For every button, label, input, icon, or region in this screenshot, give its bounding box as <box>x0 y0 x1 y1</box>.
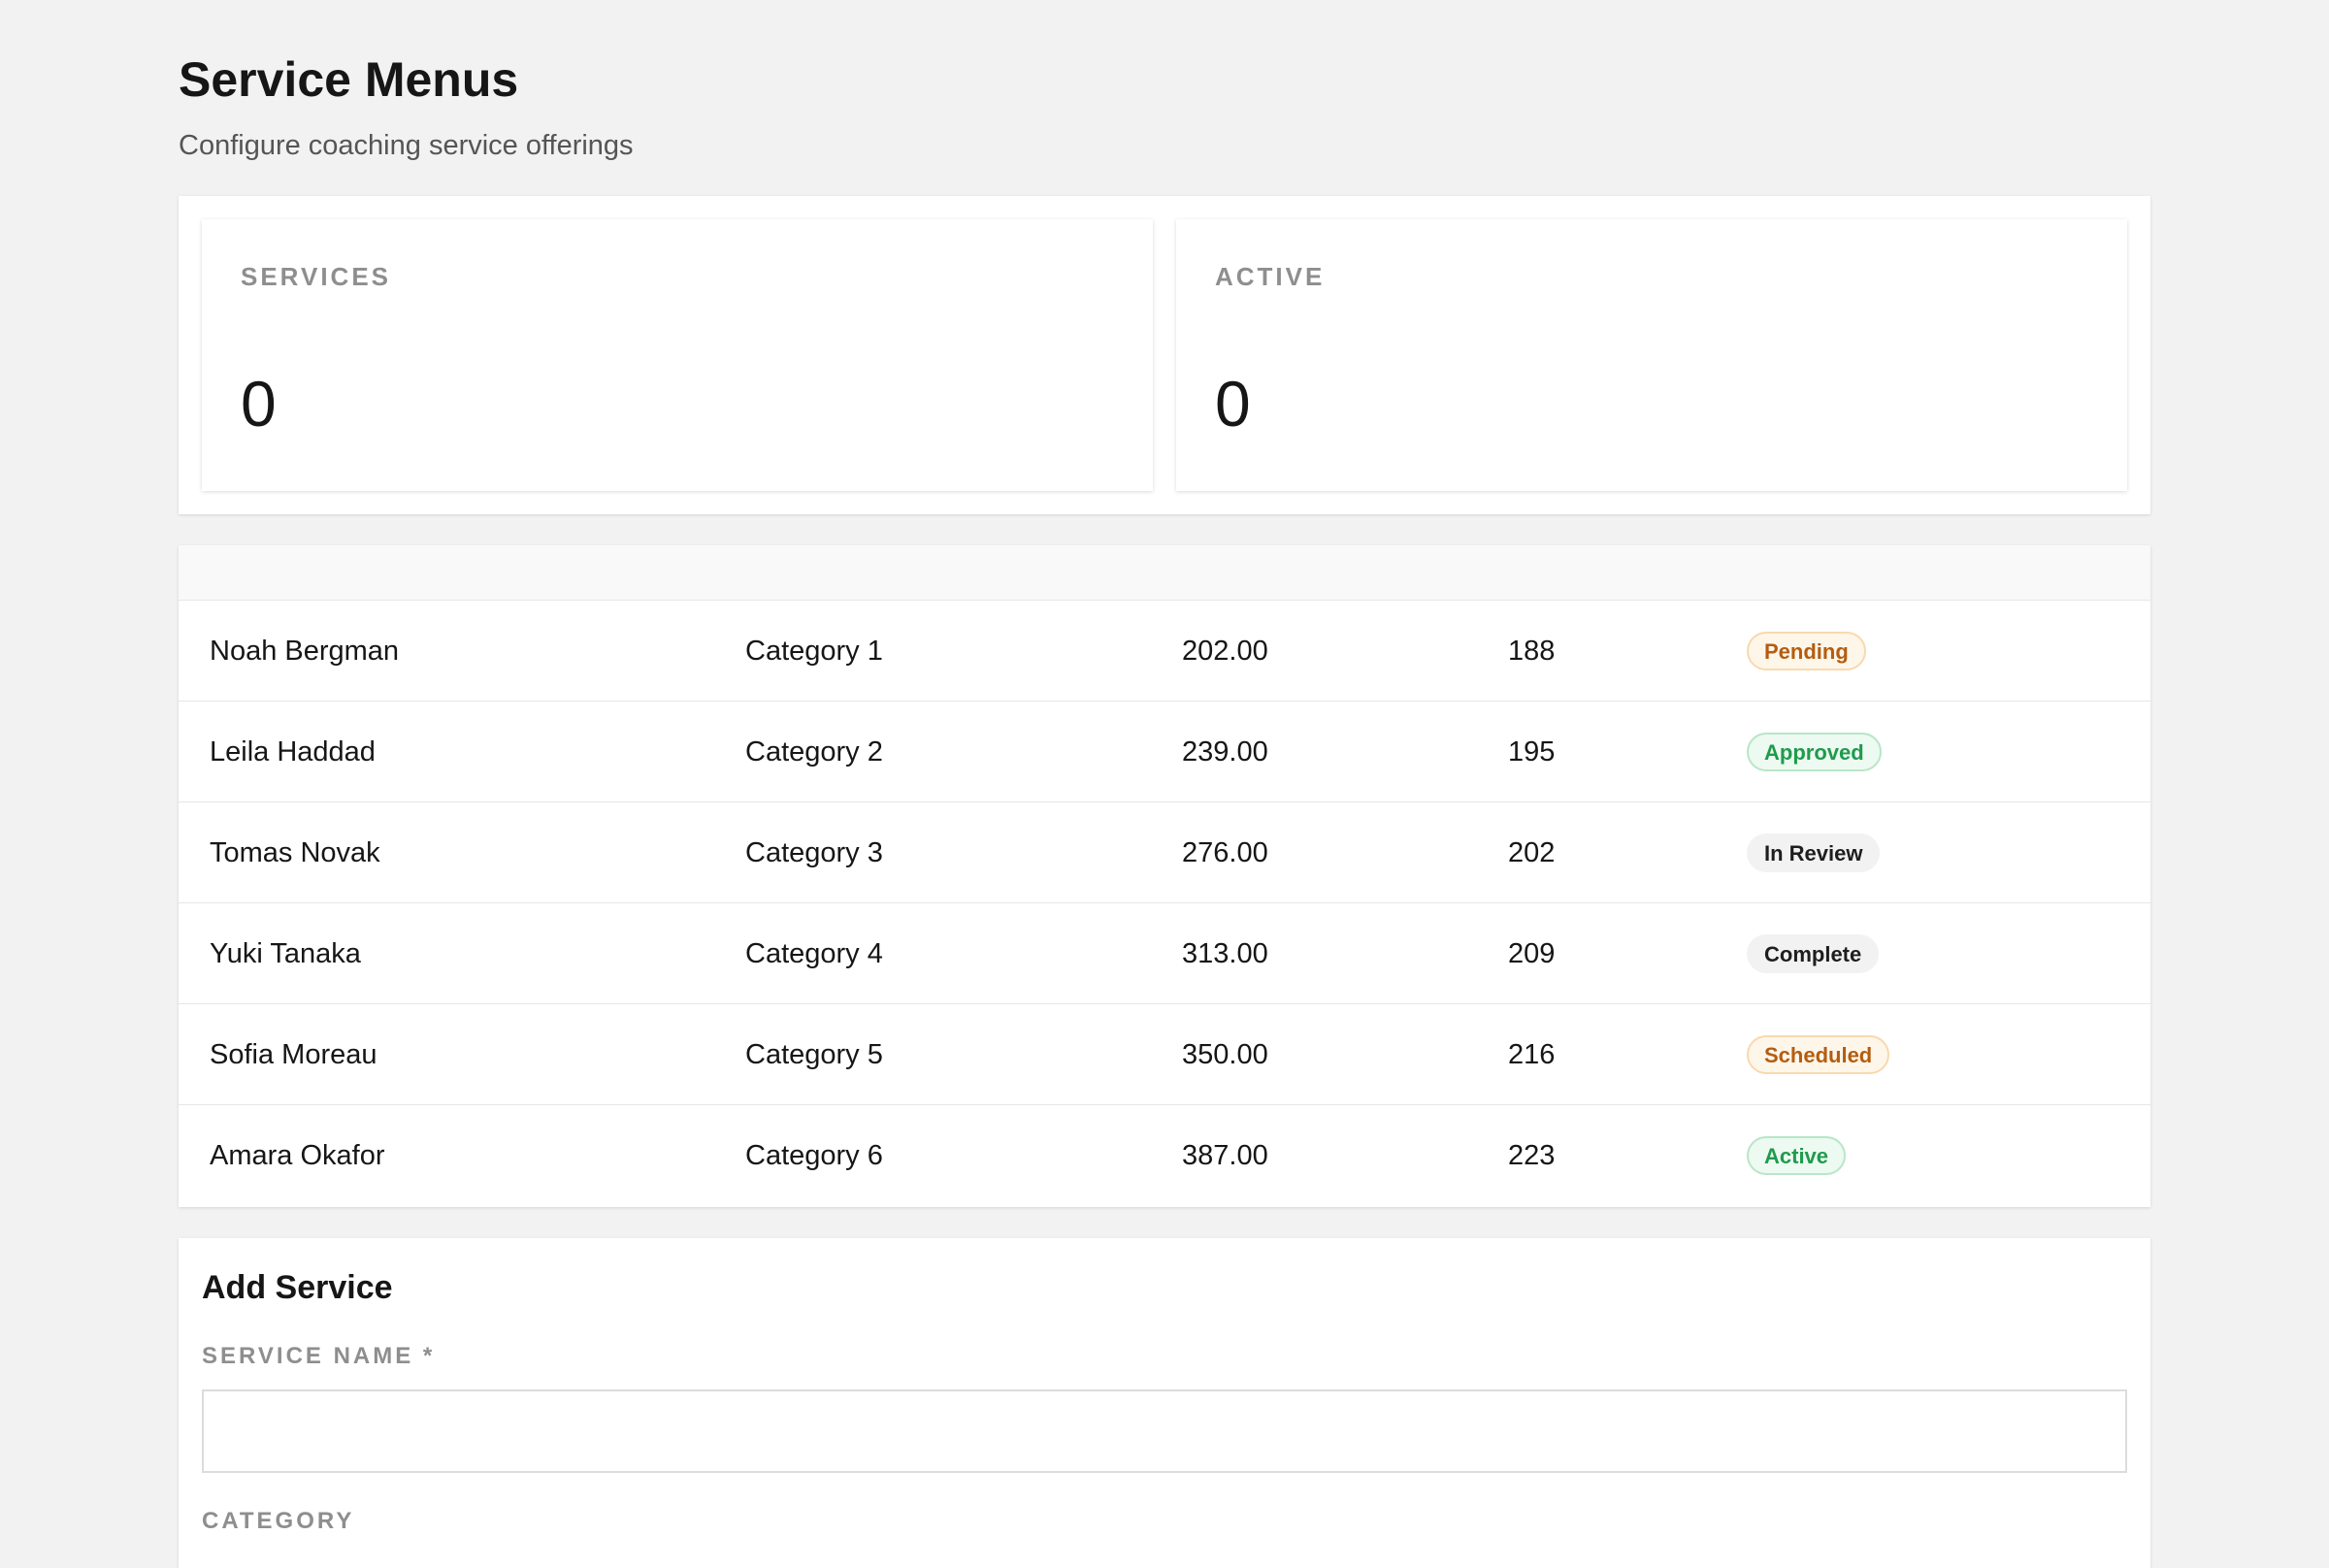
table-row[interactable]: Tomas Novak Category 3 276.00 202 In Rev… <box>179 801 2150 902</box>
stat-value: 0 <box>1215 368 1251 440</box>
table-row[interactable]: Amara Okafor Category 6 387.00 223 Activ… <box>179 1104 2150 1205</box>
page-subtitle: Configure coaching service offerings <box>179 130 634 161</box>
cell-count: 202 <box>1508 837 1556 868</box>
cell-name: Sofia Moreau <box>210 1039 377 1070</box>
add-service-form: Add Service SERVICE NAME * CATEGORY <box>179 1238 2150 1568</box>
cell-price: 350.00 <box>1182 1039 1268 1070</box>
cell-count: 216 <box>1508 1039 1556 1070</box>
page-title: Service Menus <box>179 52 519 107</box>
cell-category: Category 3 <box>745 837 883 868</box>
table-row[interactable]: Yuki Tanaka Category 4 313.00 209 Comple… <box>179 902 2150 1003</box>
stat-value: 0 <box>241 368 277 440</box>
status-badge: Scheduled <box>1747 1035 1890 1074</box>
table-row[interactable]: Noah Bergman Category 1 202.00 188 Pendi… <box>179 600 2150 701</box>
status-badge: Active <box>1747 1136 1847 1175</box>
cell-name: Amara Okafor <box>210 1140 385 1171</box>
cell-category: Category 4 <box>745 938 883 969</box>
table-row[interactable]: Leila Haddad Category 2 239.00 195 Appro… <box>179 701 2150 801</box>
stat-label: ACTIVE <box>1215 262 1326 291</box>
cell-count: 223 <box>1508 1140 1556 1171</box>
stat-label: SERVICES <box>241 262 392 291</box>
cell-count: 209 <box>1508 938 1556 969</box>
status-badge: Approved <box>1747 733 1882 771</box>
table-row[interactable]: Sofia Moreau Category 5 350.00 216 Sched… <box>179 1003 2150 1104</box>
cell-price: 202.00 <box>1182 636 1268 667</box>
cell-price: 276.00 <box>1182 837 1268 868</box>
status-badge: Complete <box>1747 934 1880 973</box>
cell-price: 313.00 <box>1182 938 1268 969</box>
service-name-label: SERVICE NAME * <box>202 1343 436 1369</box>
cell-name: Noah Bergman <box>210 636 400 667</box>
cell-name: Yuki Tanaka <box>210 938 361 969</box>
status-badge: Pending <box>1747 632 1866 670</box>
cell-category: Category 6 <box>745 1140 883 1171</box>
cell-price: 239.00 <box>1182 736 1268 768</box>
status-badge: In Review <box>1747 833 1881 872</box>
form-title: Add Service <box>202 1269 393 1306</box>
cell-category: Category 5 <box>745 1039 883 1070</box>
cell-count: 188 <box>1508 636 1556 667</box>
category-label: CATEGORY <box>202 1508 355 1534</box>
cell-name: Tomas Novak <box>210 837 380 868</box>
stat-card-active: ACTIVE 0 <box>1176 219 2127 491</box>
services-table: Noah Bergman Category 1 202.00 188 Pendi… <box>179 545 2150 1207</box>
cell-price: 387.00 <box>1182 1140 1268 1171</box>
cell-category: Category 1 <box>745 636 883 667</box>
table-header <box>179 545 2150 600</box>
stats-panel: SERVICES 0 ACTIVE 0 <box>179 196 2150 514</box>
cell-category: Category 2 <box>745 736 883 768</box>
cell-name: Leila Haddad <box>210 736 376 768</box>
service-name-input[interactable] <box>202 1389 2127 1473</box>
cell-count: 195 <box>1508 736 1556 768</box>
stat-card-services: SERVICES 0 <box>202 219 1153 491</box>
